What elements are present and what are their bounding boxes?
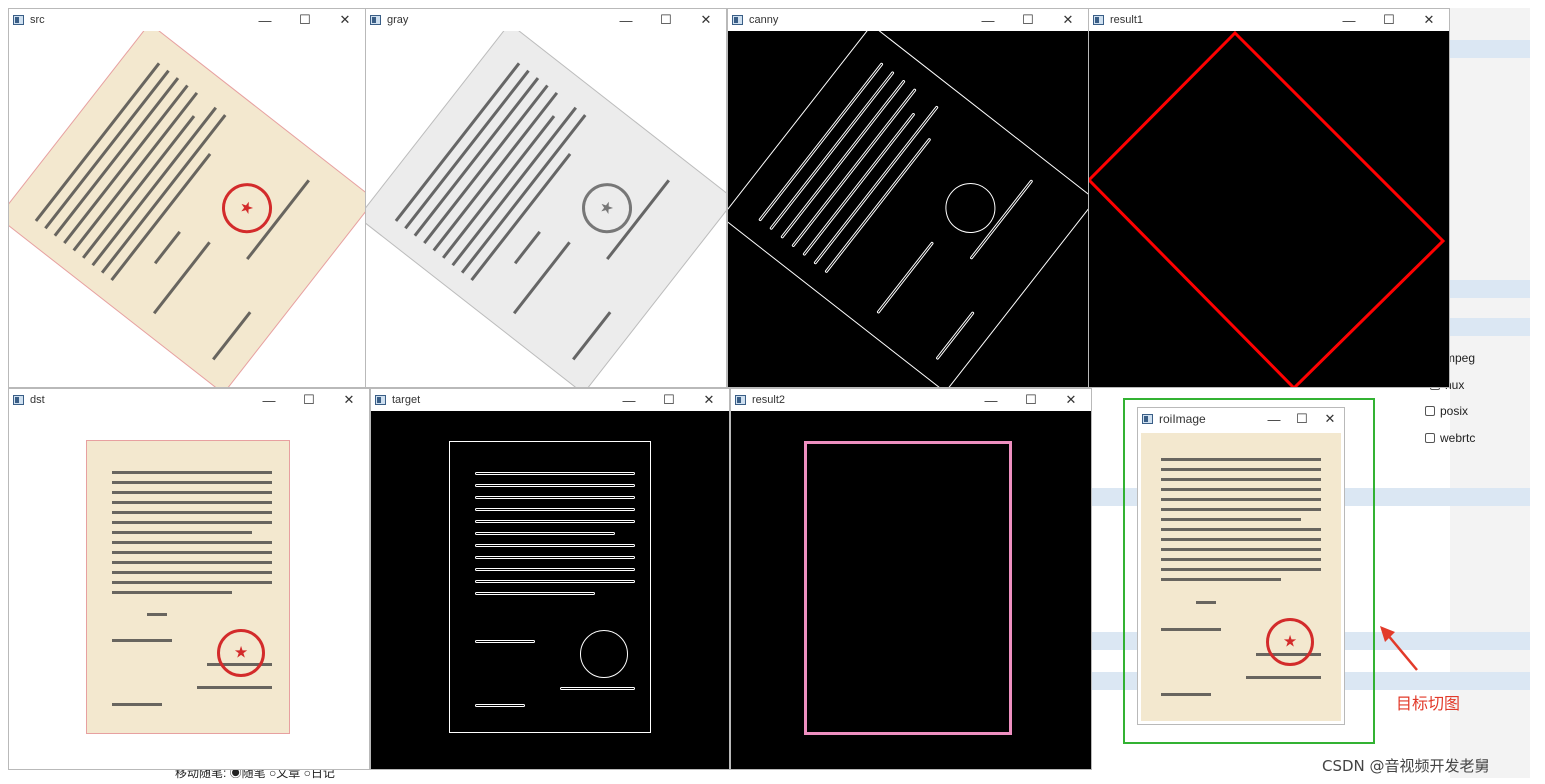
stamp-edge (935, 172, 1006, 244)
window-src[interactable]: src — ☐ ✕ (8, 8, 366, 388)
minimize-button[interactable]: — (1329, 9, 1369, 31)
close-button[interactable]: ✕ (1409, 9, 1449, 31)
minimize-button[interactable]: — (606, 9, 646, 31)
image-result2 (731, 411, 1091, 769)
titlebar[interactable]: result1 — ☐ ✕ (1089, 9, 1449, 31)
close-button[interactable]: ✕ (1316, 408, 1344, 430)
minimize-button[interactable]: — (971, 389, 1011, 411)
window-title: roiImage (1159, 412, 1206, 426)
close-button[interactable]: ✕ (1051, 389, 1091, 411)
window-title: target (392, 394, 421, 406)
annotation-arrow-icon (1380, 626, 1418, 671)
maximize-button[interactable]: ☐ (1369, 9, 1409, 31)
background-row (1450, 280, 1530, 298)
rotated-document (366, 31, 726, 387)
close-button[interactable]: ✕ (686, 9, 726, 31)
close-button[interactable]: ✕ (329, 389, 369, 411)
titlebar[interactable]: target — ☐ ✕ (371, 389, 729, 411)
window-canny[interactable]: canny — ☐ ✕ (727, 8, 1089, 388)
straightened-document (87, 441, 289, 733)
titlebar[interactable]: roiImage — ☐ ✕ (1138, 408, 1344, 430)
image-gray (366, 31, 726, 387)
app-icon (735, 395, 746, 405)
close-button[interactable]: ✕ (325, 9, 365, 31)
window-gray[interactable]: gray — ☐ ✕ (365, 8, 727, 388)
window-title: src (30, 14, 45, 26)
minimize-button[interactable]: — (249, 389, 289, 411)
image-roi (1138, 430, 1344, 724)
titlebar[interactable]: result2 — ☐ ✕ (731, 389, 1091, 411)
window-result1[interactable]: result1 — ☐ ✕ (1088, 8, 1450, 388)
checkbox-posix[interactable]: posix (1425, 404, 1468, 418)
checkbox-box[interactable] (1425, 433, 1435, 443)
image-dst (9, 411, 369, 769)
image-src (9, 31, 365, 387)
window-title: dst (30, 394, 45, 406)
image-canny (728, 31, 1088, 387)
window-dst[interactable]: dst — ☐ ✕ (8, 388, 370, 770)
background-app-panel (1450, 8, 1530, 778)
image-result1 (1089, 31, 1449, 387)
rotated-document (9, 31, 365, 387)
minimize-button[interactable]: — (1260, 408, 1288, 430)
stamp-edge (580, 630, 628, 678)
window-title: result1 (1110, 14, 1144, 26)
minimize-button[interactable]: — (609, 389, 649, 411)
bounding-rectangle (804, 441, 1012, 735)
window-result2[interactable]: result2 — ☐ ✕ (730, 388, 1092, 770)
maximize-button[interactable]: ☐ (1011, 389, 1051, 411)
cropped-document (1141, 433, 1341, 721)
app-icon (732, 15, 743, 25)
titlebar[interactable]: src — ☐ ✕ (9, 9, 365, 31)
red-stamp (217, 629, 265, 677)
app-icon (375, 395, 386, 405)
close-button[interactable]: ✕ (689, 389, 729, 411)
app-icon (1142, 414, 1153, 424)
app-icon (1093, 15, 1104, 25)
gray-stamp (571, 173, 643, 244)
contour-polygon (1089, 31, 1446, 387)
background-row (1450, 40, 1530, 58)
minimize-button[interactable]: — (245, 9, 285, 31)
window-title: canny (749, 14, 779, 26)
red-stamp (211, 173, 283, 244)
red-stamp (1266, 618, 1314, 666)
maximize-button[interactable]: ☐ (649, 389, 689, 411)
titlebar[interactable]: canny — ☐ ✕ (728, 9, 1088, 31)
maximize-button[interactable]: ☐ (1288, 408, 1316, 430)
window-roiimage[interactable]: roiImage — ☐ ✕ (1137, 407, 1345, 725)
titlebar[interactable]: gray — ☐ ✕ (366, 9, 726, 31)
edge-outline (728, 31, 1088, 387)
checkbox-label: posix (1440, 404, 1469, 418)
checkbox-box[interactable] (1425, 406, 1435, 416)
maximize-button[interactable]: ☐ (1008, 9, 1048, 31)
app-icon (370, 15, 381, 25)
checkbox-webrtc[interactable]: webrtc (1425, 431, 1475, 445)
csdn-watermark: CSDN @音视频开发老舅 (1322, 757, 1490, 775)
app-icon (13, 15, 24, 25)
background-row (1450, 318, 1530, 336)
maximize-button[interactable]: ☐ (646, 9, 686, 31)
red-contour (1089, 31, 1446, 387)
titlebar[interactable]: dst — ☐ ✕ (9, 389, 369, 411)
minimize-button[interactable]: — (968, 9, 1008, 31)
close-button[interactable]: ✕ (1048, 9, 1088, 31)
maximize-button[interactable]: ☐ (289, 389, 329, 411)
checkbox-label: webrtc (1440, 431, 1476, 445)
window-target[interactable]: target — ☐ ✕ (370, 388, 730, 770)
image-target (371, 411, 729, 769)
document-edge (449, 441, 651, 733)
annotation-label: 目标切图 (1396, 694, 1461, 713)
app-icon (13, 395, 24, 405)
window-title: gray (387, 14, 409, 26)
window-title: result2 (752, 394, 786, 406)
maximize-button[interactable]: ☐ (285, 9, 325, 31)
